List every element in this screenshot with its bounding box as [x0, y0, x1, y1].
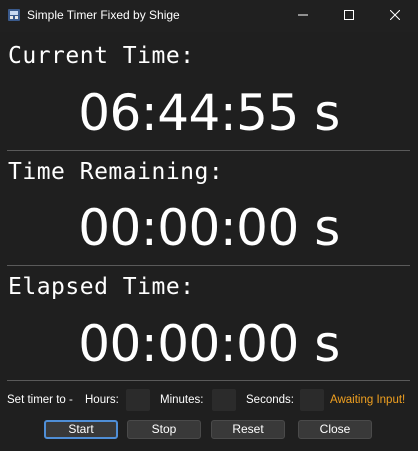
minimize-button[interactable]: [280, 0, 326, 32]
app-window: Simple Timer Fixed by Shige Current Time…: [0, 0, 418, 451]
title-bar[interactable]: Simple Timer Fixed by Shige: [0, 0, 418, 32]
elapsed-time-label: Elapsed Time:: [8, 274, 195, 300]
app-icon: [7, 8, 21, 22]
divider: [7, 380, 410, 381]
reset-button[interactable]: Reset: [211, 420, 285, 439]
close-window-button[interactable]: [372, 0, 418, 32]
close-button[interactable]: Close: [298, 420, 372, 439]
window-title: Simple Timer Fixed by Shige: [27, 8, 180, 22]
close-icon: [389, 7, 401, 25]
elapsed-time-value: 00:00:00 s: [78, 315, 340, 373]
seconds-label: Seconds:: [246, 394, 294, 406]
divider: [7, 265, 410, 266]
time-remaining-label: Time Remaining:: [8, 159, 224, 185]
current-time-value: 06:44:55 s: [78, 84, 340, 142]
maximize-icon: [344, 7, 354, 25]
maximize-button[interactable]: [326, 0, 372, 32]
set-timer-label: Set timer to -: [7, 394, 73, 406]
time-remaining-value: 00:00:00 s: [78, 199, 340, 257]
status-message: Awaiting Input!: [330, 394, 406, 406]
seconds-input[interactable]: [300, 389, 324, 411]
hours-input[interactable]: [126, 389, 150, 411]
start-button[interactable]: Start: [44, 420, 118, 439]
hours-label: Hours:: [85, 394, 119, 406]
stop-button[interactable]: Stop: [127, 420, 201, 439]
minutes-label: Minutes:: [160, 394, 204, 406]
divider: [7, 150, 410, 151]
minutes-input[interactable]: [212, 389, 236, 411]
minimize-icon: [298, 7, 308, 25]
current-time-label: Current Time:: [8, 43, 195, 69]
